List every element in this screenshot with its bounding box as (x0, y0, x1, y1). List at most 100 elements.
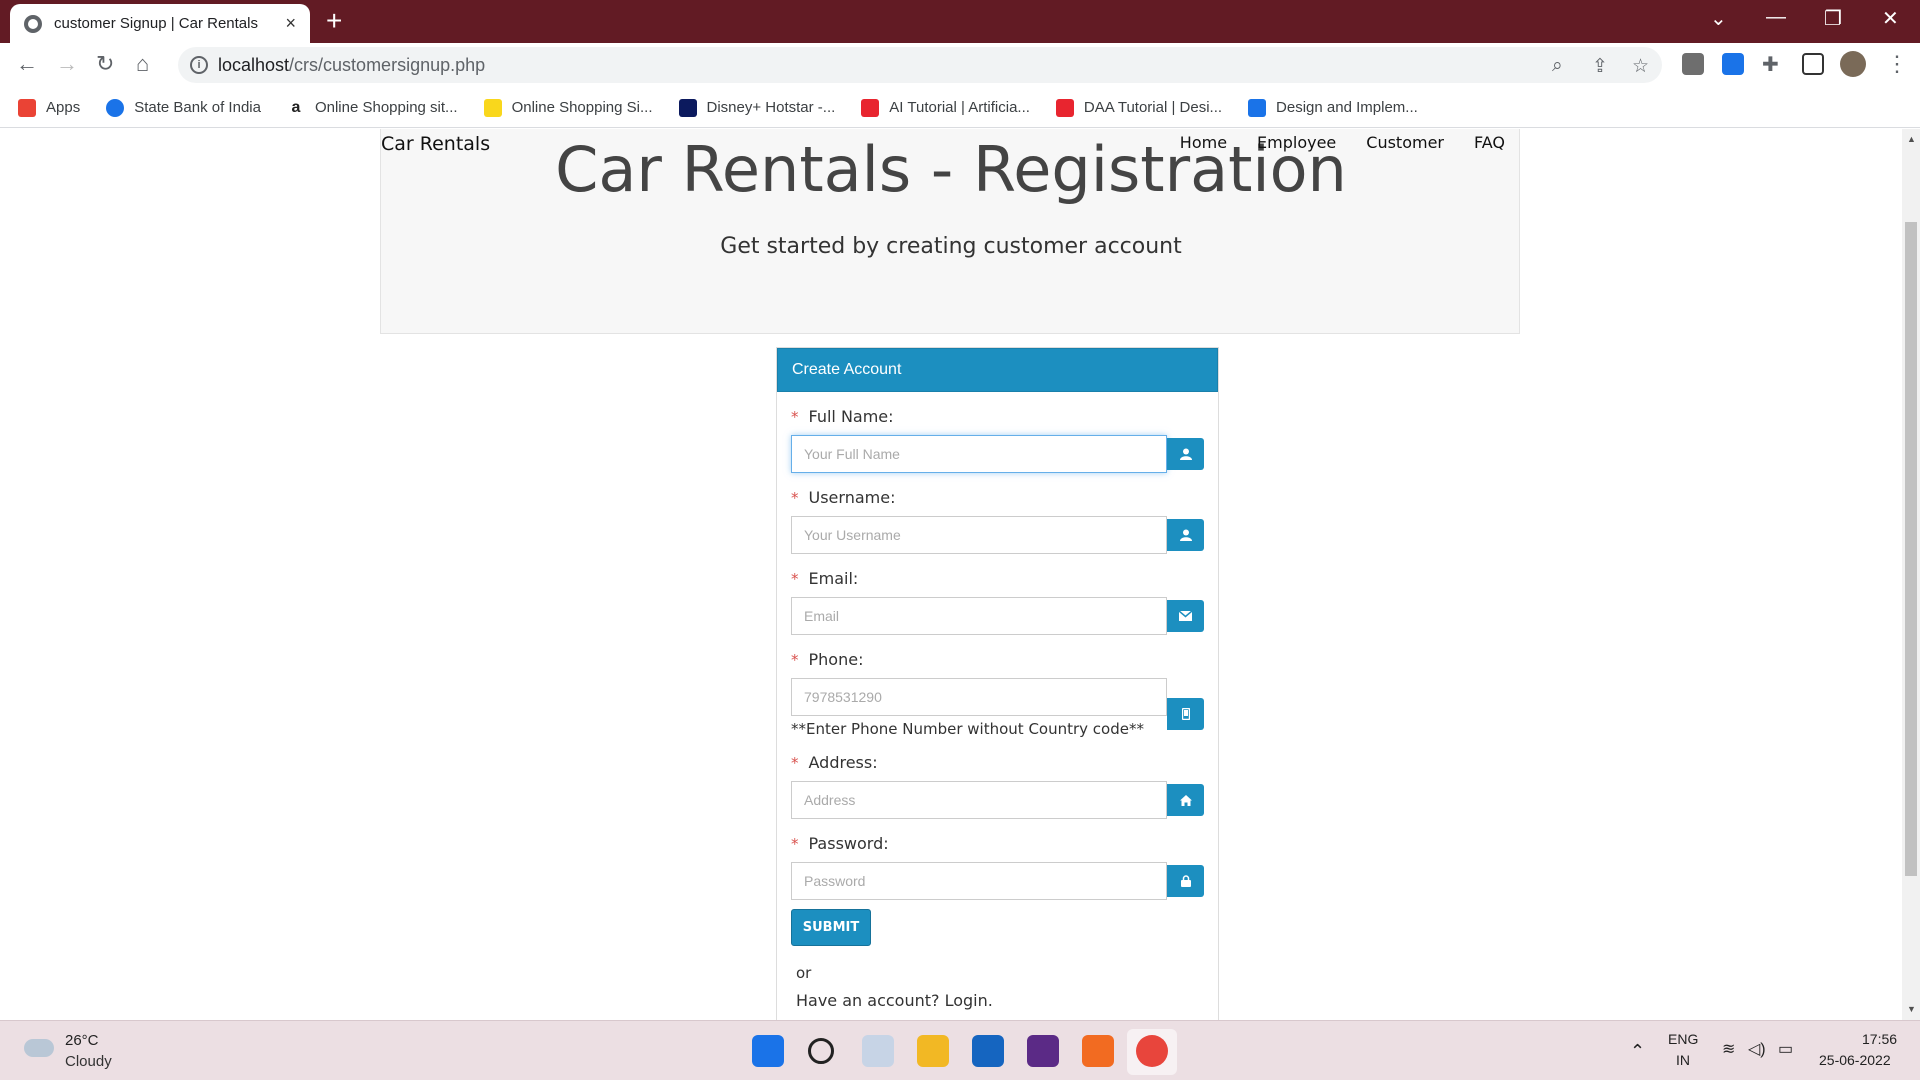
phone-icon (1167, 698, 1204, 730)
flipkart-icon (483, 98, 502, 117)
minimize-icon[interactable]: — (1766, 6, 1786, 29)
share-icon[interactable]: ⇪ (1592, 55, 1608, 78)
phone-hint: **Enter Phone Number without Country cod… (791, 720, 1144, 738)
nav-customer[interactable]: Customer (1366, 133, 1444, 152)
phone-group: *Phone: **Enter Phone Number without Cou… (791, 650, 1204, 738)
bookmark-amazon[interactable]: a Online Shopping sit... (286, 98, 458, 117)
url-text: localhost/crs/customersignup.php (218, 55, 486, 75)
bookmark-daa-tutorial[interactable]: DAA Tutorial | Desi... (1055, 98, 1222, 117)
scroll-up-icon[interactable]: ▲ (1907, 134, 1916, 144)
bookmark-star-icon[interactable]: ☆ (1632, 55, 1649, 78)
username-label: * Username: (791, 488, 896, 507)
chrome-icon[interactable] (1136, 1035, 1168, 1067)
bookmark-hotstar[interactable]: Disney+ Hotstar -... (678, 98, 835, 117)
puzzle-icon[interactable]: ✚ (1762, 52, 1779, 77)
full-name-group: * Full Name: (791, 407, 1204, 473)
search-icon[interactable] (808, 1038, 834, 1064)
brand-link[interactable]: Car Rentals (381, 133, 490, 155)
email-group: * Email: (791, 569, 1204, 635)
extension-icon[interactable] (1722, 53, 1744, 75)
apps-grid-icon (18, 98, 36, 117)
jumbotron-header: Car Rentals - Registration Car Rentals H… (380, 129, 1520, 334)
hotstar-icon (678, 98, 697, 117)
page-scrollbar[interactable]: ▲ ▼ (1902, 129, 1920, 1020)
phone-input[interactable] (791, 678, 1167, 716)
full-name-input[interactable] (791, 435, 1167, 473)
email-label: * Email: (791, 569, 859, 588)
tray-chevron-icon[interactable]: ⌃ (1630, 1041, 1645, 1062)
cloud-icon[interactable] (24, 1039, 54, 1057)
reload-icon[interactable]: ↻ (96, 51, 114, 77)
nav-home[interactable]: Home (1180, 133, 1227, 152)
phone-label: * Phone: (791, 650, 864, 669)
bookmark-design[interactable]: Design and Implem... (1248, 98, 1418, 117)
back-icon[interactable]: ← (16, 51, 38, 77)
javatpoint-icon (1055, 98, 1074, 117)
tab-search-icon[interactable]: ⌄ (1710, 6, 1727, 31)
page-subtitle: Get started by creating customer account (720, 234, 1182, 259)
menu-icon[interactable]: ⋮ (1886, 51, 1908, 77)
xampp-icon[interactable] (1082, 1035, 1114, 1067)
windows-start-icon[interactable] (752, 1035, 784, 1067)
nav-faq[interactable]: FAQ (1474, 133, 1505, 152)
username-group: * Username: (791, 488, 1204, 554)
pt-icon (1248, 98, 1267, 117)
password-label: * Password: (791, 834, 889, 853)
scroll-down-icon[interactable]: ▼ (1907, 1004, 1916, 1014)
lang-bottom[interactable]: IN (1676, 1052, 1690, 1068)
site-info-icon[interactable]: i (190, 56, 208, 74)
javatpoint-icon (861, 98, 880, 117)
volume-icon[interactable]: ◁) (1748, 1039, 1766, 1059)
profile-avatar[interactable] (1840, 51, 1866, 77)
monitor-app-icon[interactable] (862, 1035, 894, 1067)
clock-time[interactable]: 17:56 (1862, 1031, 1897, 1047)
address-label: * Address: (791, 753, 878, 772)
browser-toolbar: ← → ↻ ⌂ i localhost/crs/customersignup.p… (0, 43, 1920, 88)
bookmarks-bar: Apps State Bank of India a Online Shoppin… (0, 88, 1920, 128)
bookmark-ai-tutorial[interactable]: AI Tutorial | Artificia... (861, 98, 1030, 117)
bookmark-flipkart[interactable]: Online Shopping Si... (483, 98, 653, 117)
address-input[interactable] (791, 781, 1167, 819)
or-text: or (796, 964, 812, 982)
nav-employee[interactable]: Employee (1257, 133, 1336, 152)
amazon-icon: a (286, 98, 305, 117)
side-panel-icon[interactable] (1802, 53, 1824, 75)
submit-button[interactable]: SUBMIT (791, 909, 871, 946)
close-window-icon[interactable]: ✕ (1882, 6, 1899, 31)
restore-icon[interactable]: ❐ (1824, 6, 1842, 31)
sbi-icon (106, 98, 125, 117)
password-input[interactable] (791, 862, 1167, 900)
app-icon[interactable] (1027, 1035, 1059, 1067)
file-explorer-icon[interactable] (917, 1035, 949, 1067)
wifi-icon[interactable]: ≋ (1722, 1039, 1735, 1059)
top-nav: Home Employee Customer FAQ (1180, 133, 1505, 152)
envelope-icon (1167, 600, 1204, 632)
page-viewport: Car Rentals - Registration Car Rentals H… (0, 129, 1902, 1020)
lock-icon (1167, 865, 1204, 897)
taskbar: 26°C Cloudy ⌃ ENG IN ≋ ◁) ▭ 17:56 25-06-… (0, 1020, 1920, 1080)
zoom-icon[interactable]: ⌕ (1552, 55, 1563, 77)
email-input[interactable] (791, 597, 1167, 635)
battery-icon[interactable]: ▭ (1778, 1039, 1793, 1059)
extension-icon[interactable] (1682, 53, 1704, 75)
tab-title: customer Signup | Car Rentals (54, 15, 258, 32)
bookmark-sbi[interactable]: State Bank of India (106, 98, 261, 117)
tab-close-icon[interactable]: × (285, 13, 296, 34)
bookmark-apps[interactable]: Apps (18, 98, 80, 117)
new-tab-button[interactable]: + (326, 7, 342, 35)
address-bar[interactable]: i localhost/crs/customersignup.php ⌕ ⇪ ☆ (178, 47, 1662, 83)
signup-panel: Create Account *Full Name: *Username: *E… (776, 347, 1219, 1020)
user-icon (1167, 519, 1204, 551)
store-icon[interactable] (972, 1035, 1004, 1067)
weather-condition[interactable]: Cloudy (65, 1053, 112, 1070)
home-icon[interactable]: ⌂ (136, 51, 149, 77)
password-group: * Password: (791, 834, 1204, 900)
scroll-thumb[interactable] (1905, 222, 1917, 876)
login-link[interactable]: Have an account? Login. (796, 991, 993, 1010)
lang-top[interactable]: ENG (1668, 1031, 1698, 1047)
browser-tab[interactable]: customer Signup | Car Rentals × (10, 4, 310, 43)
clock-date[interactable]: 25-06-2022 (1819, 1052, 1891, 1068)
forward-icon[interactable]: → (56, 51, 78, 77)
username-input[interactable] (791, 516, 1167, 554)
weather-temp[interactable]: 26°C (65, 1032, 99, 1049)
